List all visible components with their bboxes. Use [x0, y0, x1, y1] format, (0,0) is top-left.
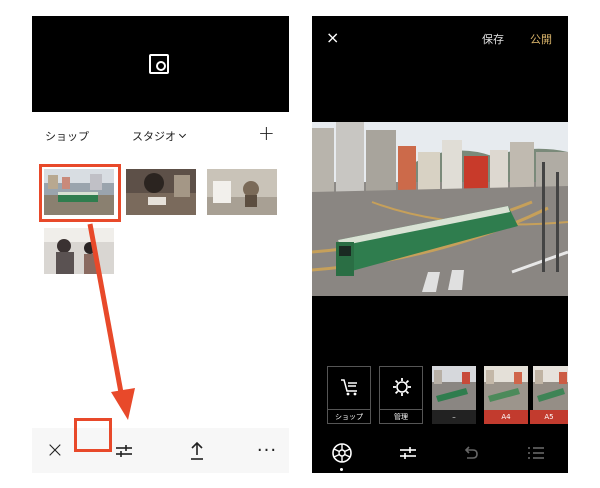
train-street-photo [312, 122, 568, 296]
gear-icon-wrap [380, 377, 424, 399]
cart-icon [341, 379, 357, 396]
share-button[interactable] [182, 428, 212, 473]
selection-highlight [39, 164, 121, 222]
left-phone-screen: ショップ スタジオ + × ··· [32, 16, 289, 473]
photo-thumbnail-figure[interactable] [207, 169, 277, 215]
preset-a4[interactable]: A4 [484, 366, 528, 424]
preset-original[interactable]: – [432, 366, 476, 424]
photo-thumbnail-cafe[interactable] [126, 169, 196, 215]
adjust-tab[interactable] [396, 442, 420, 464]
preset-a5[interactable]: A5 [530, 366, 568, 424]
add-button[interactable]: + [258, 123, 275, 143]
camera-header [32, 16, 289, 112]
people-photo-thumbnail [44, 228, 114, 274]
close-button[interactable]: × [40, 428, 70, 473]
tool-manage[interactable]: 管理 [379, 366, 423, 424]
nav-studio-label: スタジオ [132, 130, 176, 143]
cafe-photo-thumbnail [126, 169, 196, 215]
cart-icon-wrap [328, 377, 372, 399]
save-button[interactable]: 保存 [482, 31, 504, 47]
preset-a4-thumbnail [484, 366, 528, 410]
preset-a4-label: A4 [484, 410, 528, 424]
history-list-button[interactable] [524, 442, 548, 464]
nav-studio[interactable]: スタジオ [132, 128, 187, 144]
more-button[interactable]: ··· [252, 428, 282, 473]
chevron-down-icon [178, 130, 187, 139]
tool-shop-label: ショップ [328, 409, 370, 423]
tool-manage-label: 管理 [380, 409, 422, 423]
publish-button[interactable]: 公開 [530, 31, 552, 47]
tool-shop[interactable]: ショップ [327, 366, 371, 424]
tools-strip: ショップ 管理 – A4 A5 [312, 366, 568, 426]
adjust-icon [116, 444, 132, 457]
preset-original-thumbnail [432, 366, 476, 410]
right-phone-editor: × 保存 公開 ショップ 管理 – A4 A5 [312, 16, 568, 473]
active-tab-indicator [340, 468, 343, 471]
undo-icon [464, 446, 478, 459]
adjust-icon [400, 447, 416, 459]
viewfinder-icon[interactable] [149, 54, 169, 74]
list-icon [528, 447, 544, 459]
preset-a5-thumbnail [533, 366, 568, 410]
bottom-toolbar: × ··· [32, 428, 289, 473]
gear-icon [393, 378, 411, 396]
figure-photo-thumbnail [207, 169, 277, 215]
photo-thumbnail-people[interactable] [44, 228, 114, 274]
filters-tab[interactable] [330, 442, 354, 464]
adjust-highlight [74, 418, 112, 452]
close-editor-button[interactable]: × [326, 28, 339, 47]
undo-button[interactable] [458, 442, 482, 464]
preset-original-label: – [432, 410, 476, 424]
edit-preview-photo [312, 122, 568, 296]
editor-bottom-bar [312, 434, 568, 473]
filters-icon [332, 443, 352, 463]
preset-a5-label: A5 [530, 410, 568, 424]
library-nav: ショップ スタジオ + [32, 120, 289, 150]
share-icon [191, 441, 203, 460]
nav-shop[interactable]: ショップ [45, 128, 89, 144]
